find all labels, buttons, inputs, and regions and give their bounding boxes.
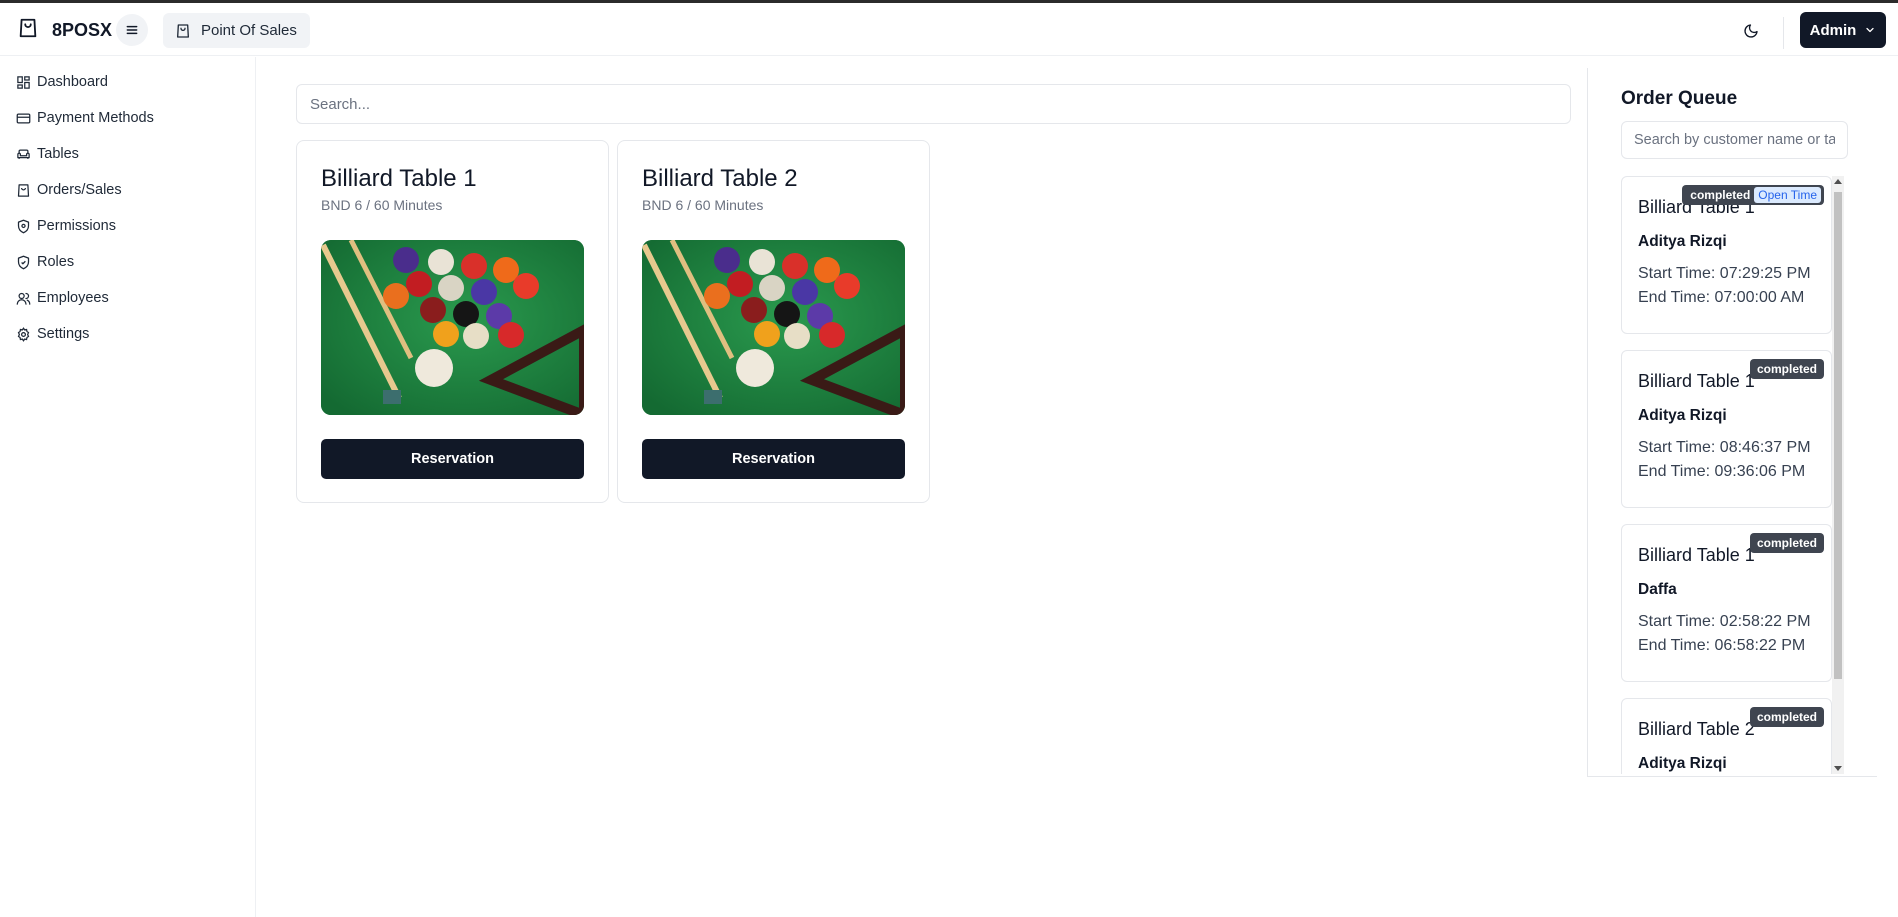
- scrollbar-thumb[interactable]: [1834, 192, 1842, 679]
- shopping-bag-logo-icon: [19, 18, 37, 38]
- sidebar-item-settings[interactable]: Settings: [16, 322, 89, 346]
- sidebar-item-label: Payment Methods: [37, 110, 154, 126]
- order-queue-title: Order Queue: [1621, 88, 1738, 109]
- admin-menu-button[interactable]: Admin: [1800, 12, 1886, 48]
- dashboard-icon: [17, 75, 30, 89]
- table-price: BND 6 / 60 Minutes: [321, 197, 443, 213]
- hamburger-icon: [126, 25, 138, 35]
- status-badge: completed: [1749, 359, 1824, 379]
- order-table-name: Billiard Table 2: [1638, 719, 1755, 739]
- sidebar-item-tables[interactable]: Tables: [16, 142, 79, 166]
- sidebar-item-label: Dashboard: [37, 74, 108, 90]
- queue-scrollbar[interactable]: [1832, 176, 1844, 774]
- sidebar-item-label: Settings: [37, 326, 90, 342]
- order-card[interactable]: Billiard Table 2 completed Aditya Rizqi: [1621, 698, 1832, 774]
- admin-label: Admin: [1809, 21, 1857, 39]
- top-header: 8POSX Point Of Sales Admin: [0, 3, 1898, 56]
- order-card[interactable]: Billiard Table 1 completed Aditya Rizqi …: [1621, 350, 1832, 508]
- billiard-table-image: [321, 240, 584, 415]
- table-search-input[interactable]: [296, 84, 1571, 124]
- sidebar-item-label: Permissions: [37, 218, 116, 234]
- shopping-bag-icon: [17, 183, 30, 197]
- sidebar-item-permissions[interactable]: Permissions: [16, 214, 116, 238]
- sidebar-item-label: Roles: [37, 254, 75, 270]
- sidebar-item-label: Tables: [37, 146, 79, 162]
- order-customer: Aditya Rizqi: [1638, 755, 1727, 772]
- point-of-sales-label: Point Of Sales: [201, 22, 297, 39]
- credit-card-icon: [16, 113, 31, 123]
- queue-search-input[interactable]: [1621, 121, 1848, 159]
- sidebar-item-label: Orders/Sales: [37, 182, 122, 198]
- order-customer: Daffa: [1638, 581, 1677, 598]
- order-queue-list[interactable]: Billiard Table 1 completed Open Time Adi…: [1621, 176, 1848, 774]
- users-icon: [16, 292, 31, 305]
- shopping-bag-icon: [177, 23, 189, 38]
- reservation-button[interactable]: Reservation: [642, 439, 905, 479]
- point-of-sales-button[interactable]: Point Of Sales: [163, 13, 310, 48]
- moon-icon: [1744, 24, 1758, 38]
- sidebar-item-orders-sales[interactable]: Orders/Sales: [16, 178, 122, 202]
- order-end-time: End Time: 07:00:00 AM: [1638, 289, 1805, 306]
- status-badge: completed Open Time: [1682, 185, 1824, 205]
- shield-check-icon: [17, 255, 30, 269]
- sidebar-item-roles[interactable]: Roles: [16, 250, 74, 274]
- gear-icon: [17, 326, 30, 342]
- order-queue-panel: Order Queue Billiard Table 1 completed O…: [1587, 68, 1877, 777]
- status-badge: completed: [1749, 707, 1824, 727]
- order-end-time: End Time: 09:36:06 PM: [1638, 463, 1806, 480]
- order-card[interactable]: Billiard Table 1 completed Daffa Start T…: [1621, 524, 1832, 682]
- sidebar-item-dashboard[interactable]: Dashboard: [16, 70, 108, 94]
- order-start-time: Start Time: 02:58:22 PM: [1638, 613, 1811, 630]
- table-card: Billiard Table 2 BND 6 / 60 Minutes Rese…: [617, 140, 930, 503]
- table-name: Billiard Table 1: [321, 165, 477, 192]
- scroll-down-arrow-icon[interactable]: [1834, 766, 1842, 771]
- sidebar-item-employees[interactable]: Employees: [16, 286, 109, 310]
- table-price: BND 6 / 60 Minutes: [642, 197, 764, 213]
- order-end-time: End Time: 06:58:22 PM: [1638, 637, 1806, 654]
- theme-toggle-button[interactable]: [1737, 17, 1765, 45]
- sofa-icon: [17, 149, 30, 159]
- table-card: Billiard Table 1 BND 6 / 60 Minutes Rese…: [296, 140, 609, 503]
- order-table-name: Billiard Table 1: [1638, 545, 1755, 565]
- status-badge-label: completed: [1690, 188, 1751, 202]
- menu-toggle-button[interactable]: [116, 14, 148, 46]
- order-customer: Aditya Rizqi: [1638, 233, 1727, 250]
- billiard-table-image: [642, 240, 905, 415]
- order-customer: Aditya Rizqi: [1638, 407, 1727, 424]
- order-card[interactable]: Billiard Table 1 completed Open Time Adi…: [1621, 176, 1832, 334]
- reservation-button[interactable]: Reservation: [321, 439, 584, 479]
- status-badge: completed: [1749, 533, 1824, 553]
- header-divider: [1783, 17, 1784, 49]
- shield-icon: [17, 219, 30, 233]
- sidebar-item-label: Employees: [37, 290, 109, 306]
- scroll-up-arrow-icon[interactable]: [1834, 179, 1842, 184]
- order-start-time: Start Time: 08:46:37 PM: [1638, 439, 1811, 456]
- order-start-time: Start Time: 07:29:25 PM: [1638, 265, 1811, 282]
- order-table-name: Billiard Table 1: [1638, 371, 1755, 391]
- table-name: Billiard Table 2: [642, 165, 798, 192]
- chevron-down-icon: [1866, 27, 1874, 33]
- open-time-badge: Open Time: [1754, 187, 1821, 203]
- sidebar: Dashboard Payment Methods Tables Orders/…: [0, 57, 256, 917]
- brand-name: 8POSX: [52, 20, 113, 40]
- sidebar-item-payment-methods[interactable]: Payment Methods: [16, 106, 154, 130]
